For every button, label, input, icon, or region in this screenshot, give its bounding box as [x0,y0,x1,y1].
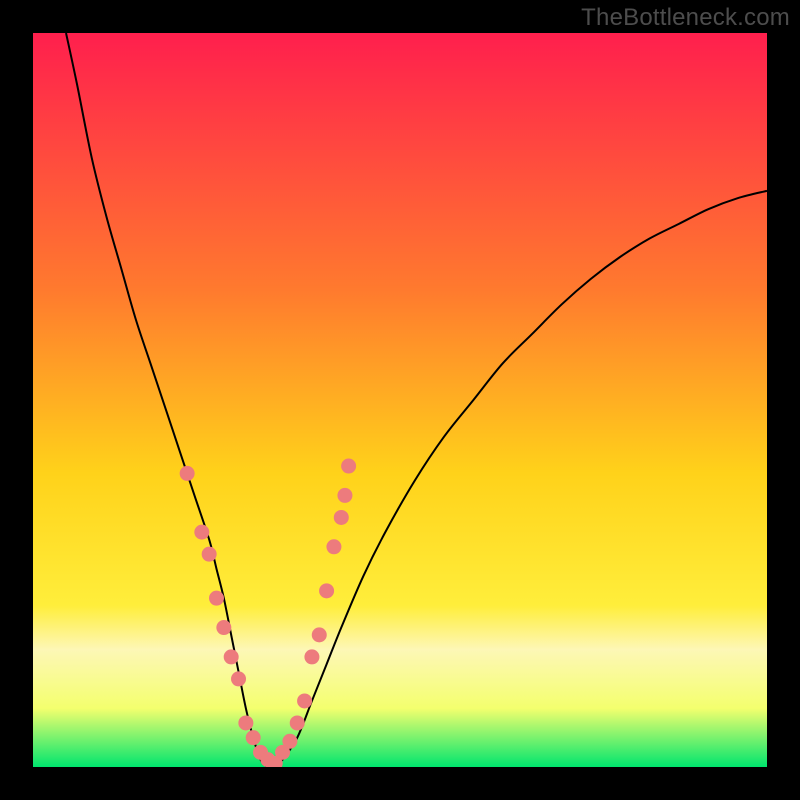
data-marker [209,591,224,606]
data-marker [238,715,253,730]
data-marker [319,583,334,598]
data-marker [202,547,217,562]
data-marker [304,649,319,664]
data-marker [231,671,246,686]
data-marker [216,620,231,635]
data-marker [282,734,297,749]
data-marker [180,466,195,481]
chart-svg [33,33,767,767]
data-marker [297,693,312,708]
gradient-background [33,33,767,767]
data-marker [224,649,239,664]
data-marker [246,730,261,745]
watermark: TheBottleneck.com [581,4,790,32]
chart-plot-area [33,33,767,767]
data-marker [194,525,209,540]
data-marker [312,627,327,642]
data-marker [290,715,305,730]
data-marker [341,459,356,474]
data-marker [337,488,352,503]
chart-frame: TheBottleneck.com [0,0,800,800]
data-marker [334,510,349,525]
data-marker [326,539,341,554]
